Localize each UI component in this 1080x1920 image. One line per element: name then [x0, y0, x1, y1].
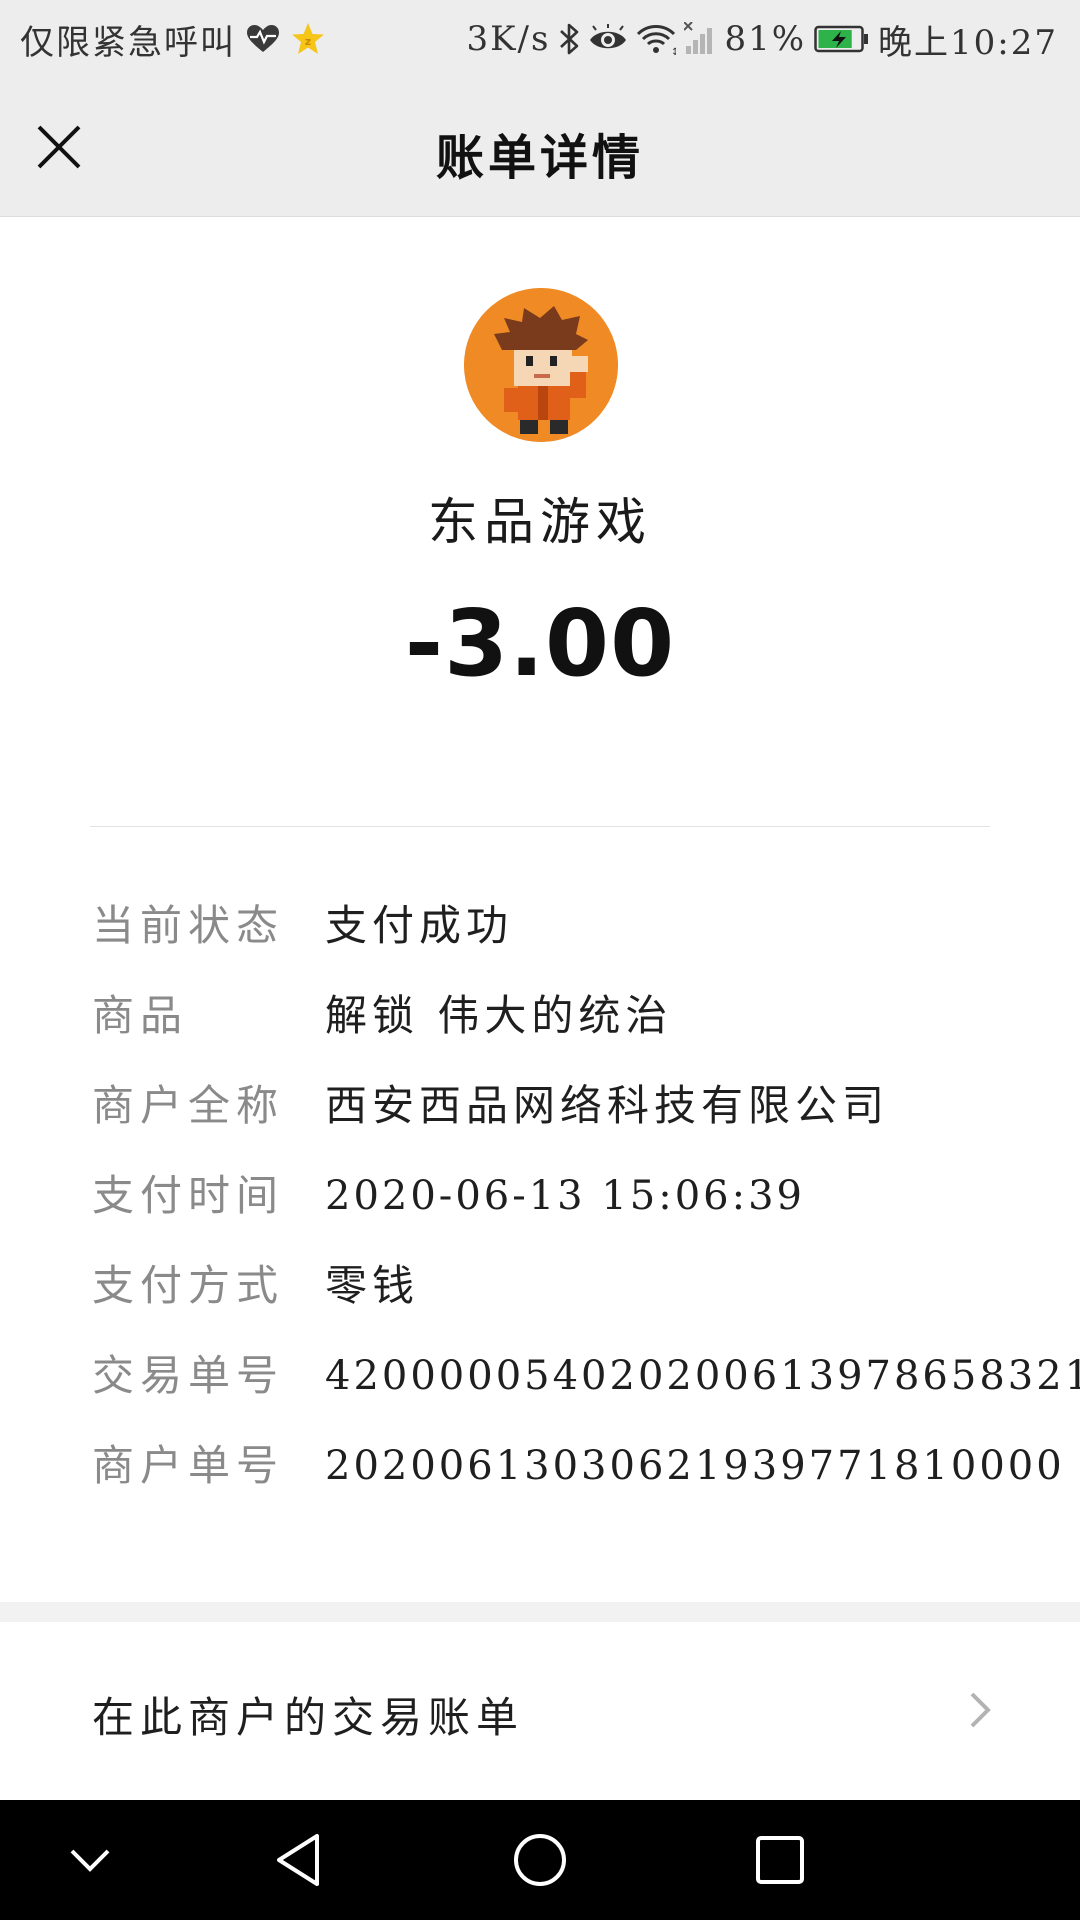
page-title: 账单详情 [435, 130, 644, 186]
detail-value: 零钱 [325, 1261, 420, 1310]
battery-percent: 81% [724, 19, 807, 59]
merchant-bills-label: 在此商户的交易账单 [92, 1693, 525, 1742]
detail-value[interactable]: 20200613030621939771810000 [325, 1430, 1065, 1502]
recents-button[interactable] [740, 1820, 820, 1900]
star-badge-icon: z [290, 22, 326, 56]
detail-row-status: 当前状态 支付成功 [92, 890, 1012, 980]
back-triangle-icon [277, 1834, 319, 1886]
merchant-avatar [464, 288, 618, 442]
detail-value: 2020-06-13 15:06:39 [325, 1173, 805, 1219]
net-speed: 3K/s [466, 19, 551, 59]
nav-bar: 账单详情 [0, 78, 1080, 217]
clock-time: 晚上10:27 [878, 22, 1058, 63]
svg-text:z: z [305, 35, 311, 48]
back-button[interactable] [258, 1820, 338, 1900]
detail-row-payment-method: 支付方式 零钱 [92, 1250, 1012, 1340]
carrier-text: 仅限紧急呼叫 [20, 22, 236, 63]
bill-detail-screen: 仅限紧急呼叫 z 3K/s ↕ 81% 晚上10:27 账单详情 东品游戏 -3… [0, 0, 1080, 1920]
chevron-right-icon [970, 1692, 991, 1728]
detail-label: 支付方式 [92, 1261, 285, 1310]
payment-amount: -3.00 [404, 590, 676, 697]
merchant-name: 东品游戏 [428, 493, 652, 551]
detail-value: 西安西品网络科技有限公司 [325, 1081, 890, 1130]
detail-row-transaction-no: 交易单号 4200000540202006139786583218 [92, 1340, 1080, 1430]
detail-value: 支付成功 [325, 901, 514, 950]
system-nav-bar [0, 1800, 1080, 1920]
svg-text:↕: ↕ [671, 47, 676, 55]
detail-row-payment-time: 支付时间 2020-06-13 15:06:39 [92, 1160, 1012, 1250]
divider [90, 826, 990, 827]
battery-charging-icon [814, 25, 870, 53]
section-gap [0, 1602, 1080, 1622]
detail-label: 支付时间 [92, 1171, 285, 1220]
merchant-bills-link[interactable]: 在此商户的交易账单 [0, 1622, 1080, 1800]
details-list: 当前状态 支付成功 商品 解锁 伟大的统治 商户全称 西安西品网络科技有限公司 … [92, 890, 1080, 1520]
collapse-down-icon [70, 1849, 110, 1872]
signal-no-sim-icon [684, 22, 716, 56]
recents-square-icon [756, 1836, 804, 1884]
status-bar: 仅限紧急呼叫 z 3K/s ↕ 81% 晚上10:27 [0, 0, 1080, 78]
detail-label: 商户单号 [92, 1441, 285, 1490]
detail-value[interactable]: 4200000540202006139786583218 [325, 1340, 1080, 1412]
detail-row-merchant-order-no: 商户单号 20200613030621939771810000 [92, 1430, 1062, 1520]
detail-label: 商品 [92, 991, 189, 1040]
wifi-icon: ↕ [636, 23, 676, 55]
detail-value: 解锁 伟大的统治 [325, 991, 673, 1040]
bluetooth-icon [558, 22, 580, 56]
collapse-down-button[interactable] [50, 1820, 130, 1900]
home-button[interactable] [500, 1820, 580, 1900]
detail-label: 商户全称 [92, 1081, 285, 1130]
status-right: 3K/s ↕ 81% 晚上10:27 [467, 14, 1059, 64]
detail-row-merchant-fullname: 商户全称 西安西品网络科技有限公司 [92, 1070, 1012, 1160]
detail-row-product: 商品 解锁 伟大的统治 [92, 980, 1012, 1070]
detail-label: 当前状态 [92, 901, 285, 950]
heart-pulse-icon [246, 24, 280, 54]
detail-label: 交易单号 [92, 1351, 285, 1400]
eye-icon [588, 24, 628, 54]
home-circle-icon [514, 1834, 566, 1886]
status-left: 仅限紧急呼叫 z [20, 14, 326, 64]
